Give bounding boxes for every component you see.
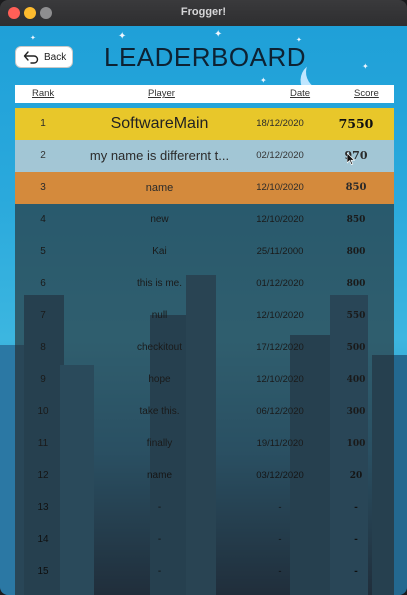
score-cell: - — [354, 503, 358, 513]
table-row-rank-7[interactable]: 7 null 12/10/2020 550 — [15, 300, 394, 332]
table-row-rank-11[interactable]: 11 finally 19/11/2020 100 — [15, 428, 394, 460]
table-header: Rank Player Date Score — [15, 85, 394, 103]
score-cell: 800 — [346, 247, 366, 257]
table-row-rank-5[interactable]: 5 Kai 25/11/2000 800 — [15, 236, 394, 268]
rank-cell: 11 — [37, 438, 49, 449]
date-cell: 18/12/2020 — [256, 118, 304, 129]
rank-cell: 6 — [40, 278, 46, 289]
date-cell: - — [278, 566, 282, 577]
star-icon: ✦ — [30, 35, 36, 42]
back-button[interactable]: Back — [15, 46, 73, 68]
page-title: LEADERBOARD — [104, 42, 306, 72]
date-cell: 19/11/2020 — [256, 438, 304, 449]
player-cell: my name is differernt t... — [89, 148, 230, 163]
score-cell: 400 — [346, 375, 366, 385]
date-cell: 12/10/2020 — [256, 214, 304, 225]
player-cell: hope — [148, 374, 171, 385]
column-header-date[interactable]: Date — [290, 88, 310, 99]
date-cell: 17/12/2020 — [256, 342, 304, 353]
date-cell: 01/12/2020 — [256, 278, 304, 289]
score-cell: 500 — [346, 343, 366, 353]
date-cell: - — [278, 534, 282, 545]
player-cell: null — [151, 310, 168, 321]
back-arrow-icon — [23, 51, 39, 64]
app-window: Frogger! ✦ ✦ ✦ ✦ ✦ ✦ Back LEADERBOARD Ra… — [0, 0, 407, 595]
rank-cell: 15 — [37, 566, 49, 577]
rank-cell: 14 — [37, 534, 49, 545]
score-cell: 20 — [349, 471, 363, 481]
rank-cell: 1 — [40, 118, 46, 129]
player-cell: - — [157, 566, 162, 577]
rank-cell: 2 — [40, 150, 46, 161]
date-cell: 06/12/2020 — [256, 406, 304, 417]
score-cell: 970 — [344, 149, 368, 162]
player-cell: Kai — [152, 246, 167, 257]
date-cell: 12/10/2020 — [256, 310, 304, 321]
star-icon: ✦ — [362, 62, 369, 71]
table-row-rank-3[interactable]: 3 name 12/10/2020 850 — [15, 172, 394, 204]
player-cell: SoftwareMain — [110, 115, 209, 132]
score-cell: - — [354, 535, 358, 545]
table-row-rank-4[interactable]: 4 new 12/10/2020 850 — [15, 204, 394, 236]
back-button-label: Back — [44, 52, 67, 63]
player-cell: name — [146, 470, 172, 481]
table-row-rank-13[interactable]: 13 - - - — [15, 492, 394, 524]
rank-cell: 12 — [37, 470, 49, 481]
player-cell: - — [157, 534, 162, 545]
table-row-rank-15[interactable]: 15 - - - — [15, 556, 394, 588]
player-cell: take this. — [139, 406, 180, 417]
score-cell: 300 — [346, 407, 366, 417]
table-row-rank-12[interactable]: 12 name 03/12/2020 20 — [15, 460, 394, 492]
score-cell: 850 — [345, 182, 367, 193]
player-cell: checkitout — [136, 342, 183, 353]
table-row-rank-9[interactable]: 9 hope 12/10/2020 400 — [15, 364, 394, 396]
table-row-rank-2[interactable]: 2 my name is differernt t... 02/12/2020 … — [15, 140, 394, 172]
table-row-rank-14[interactable]: 14 - - - — [15, 524, 394, 556]
star-icon: ✦ — [214, 29, 223, 40]
title-bar: Frogger! — [0, 0, 407, 27]
column-header-player[interactable]: Player — [148, 88, 175, 99]
table-row-rank-10[interactable]: 10 take this. 06/12/2020 300 — [15, 396, 394, 428]
date-cell: 12/10/2020 — [256, 374, 304, 385]
rank-cell: 3 — [40, 182, 46, 193]
player-cell: - — [157, 502, 162, 513]
player-cell: new — [150, 214, 169, 225]
rank-cell: 10 — [37, 406, 49, 417]
score-cell: 7550 — [338, 116, 374, 131]
player-cell: this is me. — [136, 278, 182, 289]
score-cell: 100 — [346, 439, 366, 449]
date-cell: 25/11/2000 — [256, 246, 304, 257]
game-stage: ✦ ✦ ✦ ✦ ✦ ✦ Back LEADERBOARD Rank Player… — [0, 26, 407, 595]
score-cell: 800 — [346, 279, 366, 289]
column-header-score[interactable]: Score — [354, 88, 379, 99]
column-header-rank[interactable]: Rank — [32, 88, 54, 99]
date-cell: 12/10/2020 — [256, 182, 304, 193]
leaderboard-table: 1 SoftwareMain 18/12/2020 7550 2 my name… — [15, 108, 394, 595]
table-row-rank-8[interactable]: 8 checkitout 17/12/2020 500 — [15, 332, 394, 364]
table-row-rank-6[interactable]: 6 this is me. 01/12/2020 800 — [15, 268, 394, 300]
player-cell: name — [145, 182, 174, 194]
date-cell: - — [278, 502, 282, 513]
window-title: Frogger! — [180, 6, 227, 18]
rank-cell: 5 — [40, 246, 46, 257]
player-cell: finally — [146, 438, 173, 449]
date-cell: 02/12/2020 — [256, 150, 304, 161]
score-cell: - — [354, 567, 358, 577]
date-cell: 03/12/2020 — [256, 470, 304, 481]
rank-cell: 7 — [40, 310, 46, 321]
rank-cell: 13 — [37, 502, 49, 513]
mouse-pointer-icon — [347, 153, 355, 165]
score-cell: 550 — [346, 311, 366, 321]
rank-cell: 9 — [40, 374, 46, 385]
rank-cell: 4 — [40, 214, 46, 225]
rank-cell: 8 — [40, 342, 46, 353]
score-cell: 850 — [346, 215, 366, 225]
star-icon: ✦ — [118, 31, 127, 42]
table-row-rank-1[interactable]: 1 SoftwareMain 18/12/2020 7550 — [15, 108, 394, 140]
